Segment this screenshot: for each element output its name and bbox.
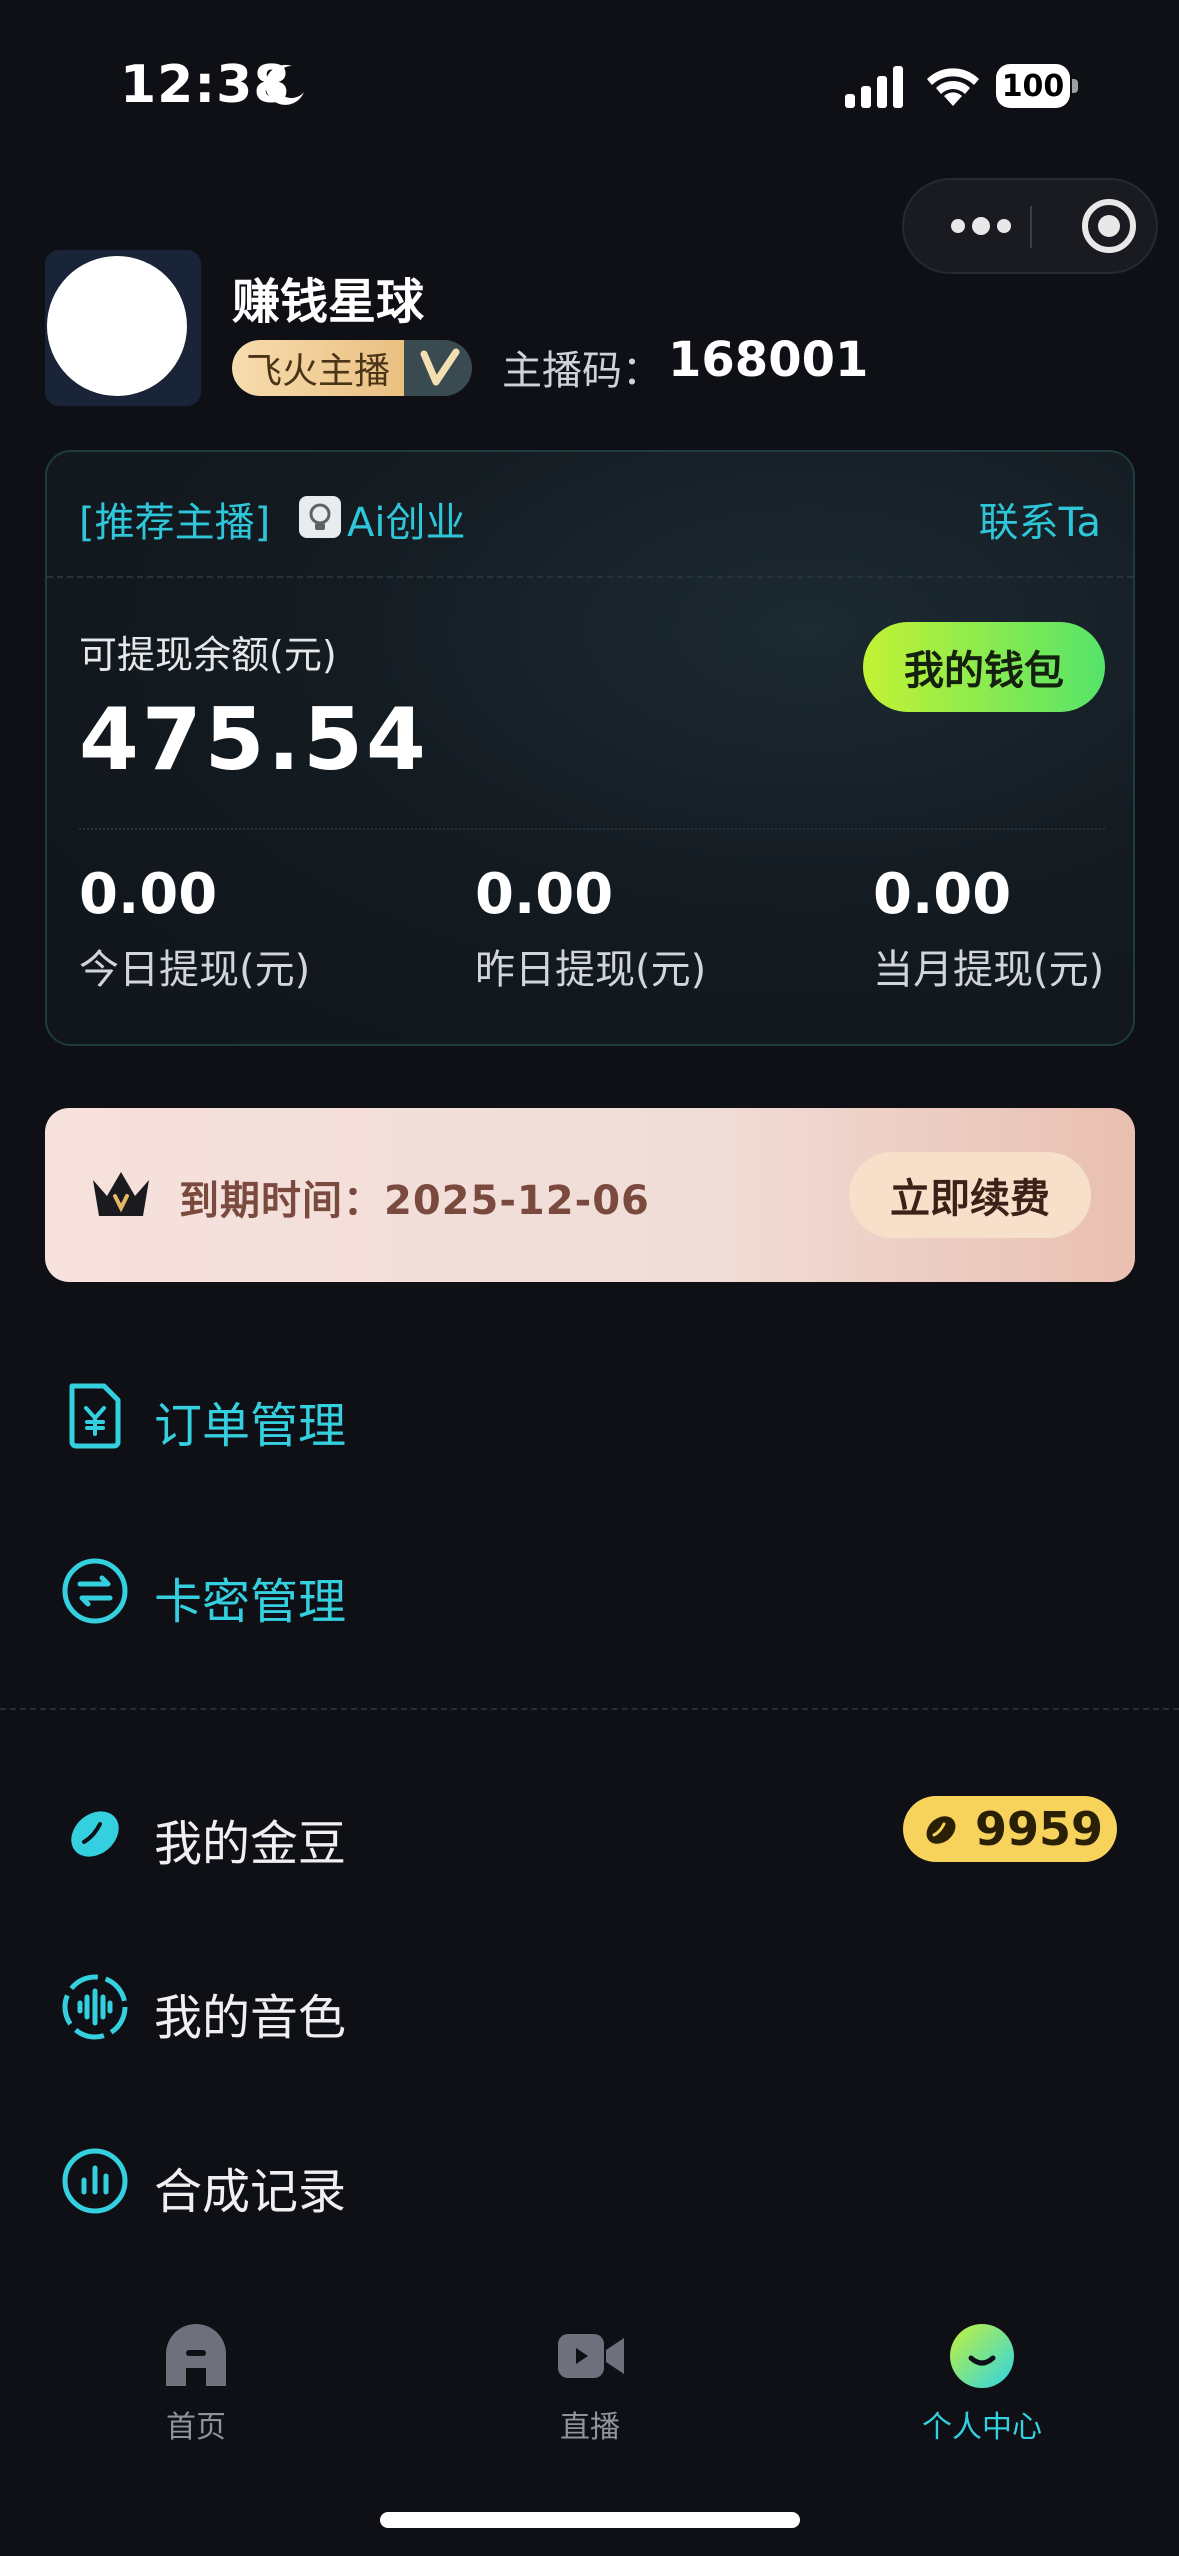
menu-label: 卡密管理 — [154, 1574, 347, 1630]
tab-live[interactable]: 直播 — [490, 2320, 690, 2446]
tab-profile[interactable]: 个人中心 — [882, 2320, 1082, 2446]
recommend-tag: [推荐主播] — [79, 500, 271, 546]
menu-records[interactable]: 合成记录 — [60, 2128, 1135, 2228]
menu-orders[interactable]: 订单管理 — [60, 1362, 1135, 1462]
battery-level: 100 — [996, 64, 1070, 108]
moon-icon — [265, 64, 304, 105]
divider — [47, 576, 1133, 578]
avatar[interactable] — [45, 250, 201, 406]
menu-label: 订单管理 — [154, 1398, 347, 1454]
bulb-icon — [299, 496, 341, 538]
divider — [79, 828, 1105, 830]
stat-value: 0.00 — [873, 862, 1012, 927]
battery-icon: 100 — [996, 64, 1078, 108]
capsule-divider — [1030, 206, 1032, 248]
stat-month: 0.00 当月提现(元) — [873, 862, 1104, 995]
section-divider — [0, 1708, 1179, 1710]
bean-icon — [71, 1811, 119, 1857]
battery-tip — [1072, 79, 1078, 93]
stat-value: 0.00 — [79, 862, 218, 927]
capsule-menu — [902, 178, 1158, 274]
target-icon[interactable] — [1064, 180, 1154, 272]
avatar-image — [47, 256, 187, 396]
exchange-icon — [62, 1558, 128, 1624]
status-bar: 12:38 100 — [0, 0, 1179, 150]
menu-label: 我的金豆 — [154, 1816, 347, 1872]
expire-date: 到期时间：2025-12-06 — [179, 1178, 650, 1224]
stat-yesterday: 0.00 昨日提现(元) — [475, 862, 706, 995]
anchor-badge: 飞火主播 — [232, 340, 472, 396]
anchor-code-label: 主播码： — [502, 348, 662, 394]
balance-value: 475.54 — [79, 690, 429, 790]
stat-value: 0.00 — [475, 862, 614, 927]
tab-label: 个人中心 — [922, 2410, 1042, 2445]
contact-link[interactable]: 联系Ta — [979, 490, 1101, 548]
signal-icon — [845, 66, 903, 108]
bean-icon — [926, 1816, 956, 1844]
smile-icon — [950, 2324, 1014, 2388]
bean-count: 9959 — [975, 1802, 1104, 1856]
home-icon — [166, 2324, 226, 2386]
menu-voices[interactable]: 我的音色 — [60, 1954, 1135, 2054]
order-icon — [69, 1383, 121, 1449]
crown-icon — [93, 1172, 149, 1216]
wallet-card: [推荐主播] Ai创业 联系Ta 可提现余额(元) 475.54 我的钱包 0.… — [45, 450, 1135, 1046]
tab-label: 首页 — [166, 2410, 226, 2445]
expire-banner: 到期时间：2025-12-06 立即续费 — [45, 1108, 1135, 1282]
user-name: 赚钱星球 — [232, 274, 425, 330]
more-icon[interactable] — [936, 180, 1026, 272]
tab-home[interactable]: 首页 — [96, 2320, 296, 2446]
menu-card-keys[interactable]: 卡密管理 — [60, 1538, 1135, 1638]
anchor-code: 168001 — [668, 332, 869, 388]
video-icon — [558, 2334, 624, 2378]
anchor-badge-label: 飞火主播 — [232, 340, 404, 396]
my-wallet-button[interactable]: 我的钱包 — [863, 622, 1105, 712]
stat-label: 当月提现(元) — [873, 947, 1105, 993]
tab-label: 直播 — [560, 2410, 620, 2445]
stat-label: 今日提现(元) — [79, 947, 311, 993]
voice-icon — [62, 1974, 128, 2040]
bean-count-badge: 9959 — [903, 1796, 1117, 1862]
verified-icon — [420, 348, 460, 386]
stat-today: 0.00 今日提现(元) — [79, 862, 310, 995]
screen: 12:38 100 赚钱星球 飞火主播 主播码： 168001 [推荐主播] A… — [0, 0, 1179, 2556]
wifi-icon — [927, 68, 979, 106]
renew-button[interactable]: 立即续费 — [849, 1152, 1091, 1238]
balance-label: 可提现余额(元) — [79, 633, 337, 677]
menu-label: 合成记录 — [154, 2164, 347, 2220]
stat-label: 昨日提现(元) — [475, 947, 707, 993]
menu-label: 我的音色 — [154, 1990, 347, 2046]
recommend-name[interactable]: Ai创业 — [347, 490, 465, 548]
chart-icon — [62, 2148, 128, 2214]
home-indicator — [380, 2512, 800, 2528]
